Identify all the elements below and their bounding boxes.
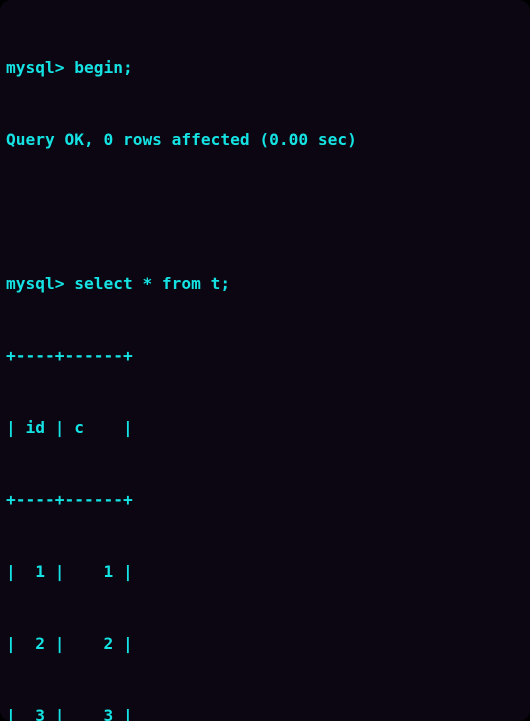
terminal-line: | id | c | — [6, 418, 133, 437]
terminal-window[interactable]: mysql> begin; Query OK, 0 rows affected … — [0, 0, 530, 721]
terminal-line: | 3 | 3 | — [6, 706, 133, 721]
terminal-line: mysql> begin; — [6, 58, 133, 77]
terminal-line: | 1 | 1 | — [6, 562, 133, 581]
terminal-line: mysql> select * from t; — [6, 274, 231, 293]
terminal-line: | 2 | 2 | — [6, 634, 133, 653]
terminal-line: +----+------+ — [6, 346, 133, 365]
terminal-line: +----+------+ — [6, 490, 133, 509]
terminal-line: Query OK, 0 rows affected (0.00 sec) — [6, 130, 357, 149]
terminal-screen[interactable]: mysql> begin; Query OK, 0 rows affected … — [6, 8, 530, 721]
